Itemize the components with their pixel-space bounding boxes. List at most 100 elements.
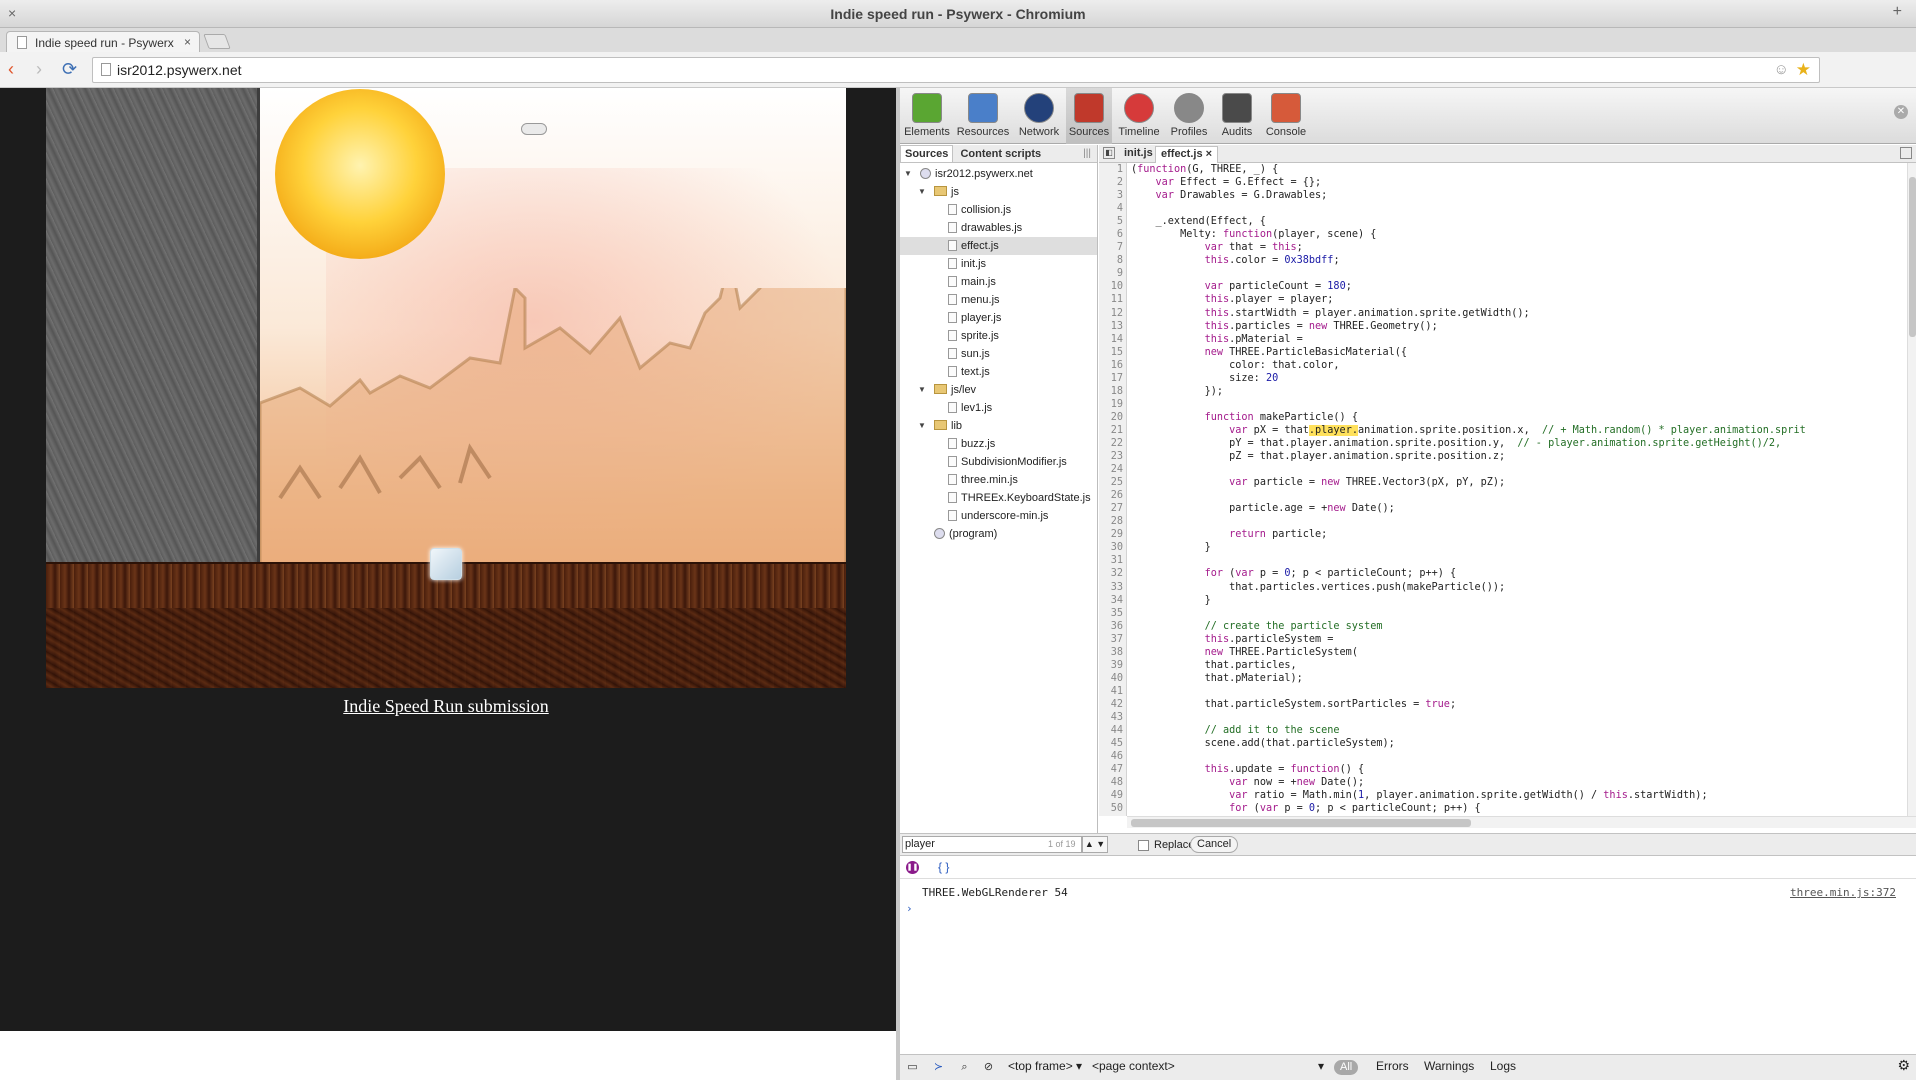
code-lines[interactable]: (function(G, THREE, _) { var Effect = G.… [1131,163,1891,816]
tree-item[interactable]: effect.js [900,237,1097,255]
code-line[interactable] [1131,202,1891,215]
tree-item[interactable]: (program) [900,525,1097,543]
tab-content-scripts[interactable]: Content scripts [956,146,1045,163]
code-line[interactable] [1131,554,1891,567]
code-line[interactable]: for (var p = 0; p < particleCount; p++) … [1131,567,1891,580]
code-line[interactable] [1131,685,1891,698]
devtools-close-icon[interactable]: ✕ [1894,105,1908,119]
line-number[interactable]: 40 [1099,672,1126,685]
tab-close-icon[interactable]: × [1206,148,1212,160]
scroll-thumb[interactable] [1909,177,1916,337]
disclosure-triangle-icon[interactable]: ▼ [918,183,926,201]
code-line[interactable]: new THREE.ParticleSystem( [1131,646,1891,659]
window-close-icon[interactable]: × [8,5,16,21]
code-line[interactable]: particle.age = +new Date(); [1131,502,1891,515]
address-bar[interactable]: isr2012.psywerx.net ☺ ★ [92,57,1820,83]
tree-item[interactable]: sun.js [900,345,1097,363]
code-line[interactable]: }); [1131,385,1891,398]
code-line[interactable]: var now = +new Date(); [1131,776,1891,789]
sources-tab[interactable]: Sources [1066,88,1112,144]
code-line[interactable]: var particleCount = 180; [1131,280,1891,293]
console-toggle-icon[interactable]: ≻ [932,1061,945,1074]
code-line[interactable]: this.color = 0x38bdff; [1131,254,1891,267]
find-prev-next-buttons[interactable]: ▲ ▼ [1082,836,1108,853]
audits-tab[interactable]: Audits [1216,88,1258,144]
disclosure-triangle-icon[interactable]: ▼ [918,381,926,399]
context-selector[interactable]: <page context> ▾ [1092,1059,1324,1073]
tree-item[interactable]: main.js [900,273,1097,291]
extension-icon[interactable]: ☺ [1774,61,1789,78]
tab-effect-js[interactable]: effect.js × [1155,146,1219,163]
code-line[interactable]: Melty: function(player, scene) { [1131,228,1891,241]
code-line[interactable] [1131,489,1891,502]
window-maximize-icon[interactable]: + [1893,3,1902,21]
line-number[interactable]: 38 [1099,646,1126,659]
line-number[interactable]: 26 [1099,489,1126,502]
code-line[interactable]: that.particles.vertices.push(makeParticl… [1131,581,1891,594]
line-number[interactable]: 35 [1099,607,1126,620]
code-line[interactable]: pY = that.player.animation.sprite.positi… [1131,437,1891,450]
line-number[interactable]: 18 [1099,385,1126,398]
line-number[interactable]: 15 [1099,346,1126,359]
line-number[interactable]: 14 [1099,333,1126,346]
line-number[interactable]: 7 [1099,241,1126,254]
tree-item[interactable]: ▼ isr2012.psywerx.net [900,165,1097,183]
line-number[interactable]: 22 [1099,437,1126,450]
tree-item[interactable]: menu.js [900,291,1097,309]
code-line[interactable] [1131,267,1891,280]
line-number[interactable]: 25 [1099,476,1126,489]
replace-checkbox[interactable] [1138,840,1149,851]
game-canvas[interactable] [46,88,846,688]
tree-item[interactable]: three.min.js [900,471,1097,489]
code-line[interactable]: that.particles, [1131,659,1891,672]
settings-gear-icon[interactable]: ⚙ [1897,1057,1910,1074]
console-source-link[interactable]: three.min.js:372 [1790,886,1896,899]
tab-sources[interactable]: Sources [900,145,954,162]
line-number[interactable]: 39 [1099,659,1126,672]
tab-close-icon[interactable]: × [184,35,191,49]
tree-item[interactable]: ▼ js [900,183,1097,201]
code-line[interactable]: // create the particle system [1131,620,1891,633]
resources-tab[interactable]: Resources [954,88,1012,144]
code-line[interactable]: this.update = function() { [1131,763,1891,776]
line-number[interactable]: 33 [1099,581,1126,594]
code-line[interactable]: new THREE.ParticleBasicMaterial({ [1131,346,1891,359]
code-line[interactable]: this.particleSystem = [1131,633,1891,646]
code-line[interactable]: var Drawables = G.Drawables; [1131,189,1891,202]
code-line[interactable]: size: 20 [1131,372,1891,385]
code-line[interactable]: } [1131,594,1891,607]
clear-console-icon[interactable]: ⊘ [982,1061,995,1074]
code-line[interactable] [1131,398,1891,411]
line-number[interactable]: 11 [1099,293,1126,306]
tree-item[interactable]: player.js [900,309,1097,327]
profiles-tab[interactable]: Profiles [1166,88,1212,144]
line-number[interactable]: 46 [1099,750,1126,763]
tree-item[interactable]: init.js [900,255,1097,273]
line-number[interactable]: 10 [1099,280,1126,293]
code-line[interactable]: color: that.color, [1131,359,1891,372]
line-number[interactable]: 30 [1099,541,1126,554]
line-number[interactable]: 29 [1099,528,1126,541]
line-number[interactable]: 4 [1099,202,1126,215]
back-button[interactable]: ‹ [8,59,14,79]
tree-item[interactable]: THREEx.KeyboardState.js [900,489,1097,507]
line-number[interactable]: 20 [1099,411,1126,424]
cancel-button[interactable]: Cancel [1190,836,1239,853]
console-tab[interactable]: Console [1262,88,1310,144]
tree-item[interactable]: ▼ lib [900,417,1097,435]
filter-warnings[interactable]: Warnings [1424,1059,1474,1073]
line-number[interactable]: 51 [1099,815,1126,816]
line-number[interactable]: 6 [1099,228,1126,241]
code-line[interactable]: this.pMaterial = [1131,333,1891,346]
toggle-navigator-icon[interactable]: ◧ [1103,147,1115,159]
scroll-thumb[interactable] [1131,819,1471,827]
filter-logs[interactable]: Logs [1490,1059,1516,1073]
code-area[interactable]: 1 2 3 4 5 6 7 8 9 10 11 12 13 14 15 16 17 18 19 20 21 22 23 24 2… [1099,163,1916,816]
line-number[interactable]: 31 [1099,554,1126,567]
submission-link[interactable]: Indie Speed Run submission [0,696,892,717]
line-number[interactable]: 1 [1099,163,1126,176]
code-line[interactable] [1131,515,1891,528]
browser-tab[interactable]: Indie speed run - Psywerx × [6,31,200,53]
console-drawer[interactable]: THREE.WebGLRenderer 54 three.min.js:372 … [900,880,1916,1050]
line-number[interactable]: 2 [1099,176,1126,189]
